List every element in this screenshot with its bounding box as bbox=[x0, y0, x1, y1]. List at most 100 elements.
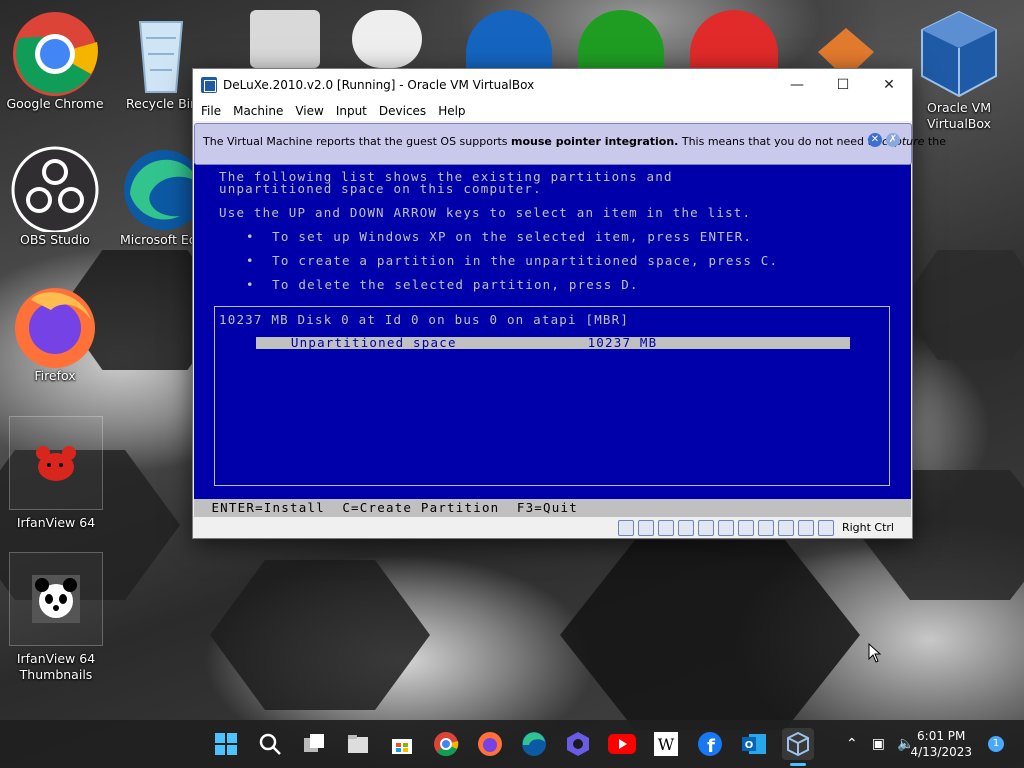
display-icon[interactable] bbox=[737, 519, 754, 536]
obs-icon bbox=[11, 144, 99, 234]
task-view-icon bbox=[304, 734, 324, 752]
taskbar-store[interactable] bbox=[386, 728, 418, 760]
virtualbox-app-icon bbox=[201, 77, 217, 93]
desktop-icon-label: Recycle Bin bbox=[126, 96, 196, 111]
virtualbox-vm-window[interactable]: DeLuXe.2010.v2.0 [Running] - Oracle VM V… bbox=[192, 68, 946, 539]
close-button[interactable]: ✕ bbox=[866, 69, 912, 101]
youtube-icon bbox=[608, 734, 636, 754]
chrome-icon bbox=[11, 8, 99, 96]
wikipedia-icon: W bbox=[654, 732, 678, 756]
firefox-icon bbox=[478, 732, 502, 756]
notice-text-prefix: The Virtual Machine reports that the gue… bbox=[203, 135, 512, 148]
usb-icon[interactable] bbox=[697, 519, 714, 536]
taskbar-virtualbox[interactable] bbox=[782, 728, 814, 766]
menu-view[interactable]: View bbox=[291, 104, 331, 118]
clock-time: 6:01 PM bbox=[917, 729, 966, 743]
guest-screen[interactable]: The following list shows the existing pa… bbox=[194, 163, 911, 518]
hard-disk-icon[interactable] bbox=[617, 519, 634, 536]
cpu-icon[interactable] bbox=[777, 519, 794, 536]
clock-date: 4/13/2023 bbox=[910, 745, 972, 759]
setup-text-line: Use the UP and DOWN ARROW keys to select… bbox=[219, 205, 752, 220]
notice-text-bold: mouse pointer integration. bbox=[511, 135, 679, 148]
svg-text:f: f bbox=[707, 736, 715, 757]
taskbar-clipchamp[interactable] bbox=[562, 728, 594, 760]
notice-dont-show-icon[interactable]: ✗ bbox=[886, 133, 900, 147]
desktop-icon-irfanview[interactable]: IrfanView 64 bbox=[9, 416, 103, 530]
desktop-icon-firefox[interactable]: Firefox bbox=[5, 280, 105, 384]
system-tray: ⌃ ▣ 🔈 bbox=[838, 720, 920, 768]
taskbar-firefox[interactable] bbox=[474, 728, 506, 760]
irfanview-icon bbox=[31, 439, 81, 489]
taskbar-wikipedia[interactable]: W bbox=[650, 728, 682, 760]
desktop-icon-label: Google Chrome bbox=[6, 96, 104, 111]
start-button[interactable] bbox=[210, 728, 242, 760]
mouse-integration-icon[interactable] bbox=[797, 519, 814, 536]
outlook-icon: O bbox=[742, 734, 766, 754]
windows-logo-icon bbox=[215, 733, 237, 755]
taskbar-outlook[interactable]: O bbox=[738, 728, 770, 760]
desktop-icon-label: Microsoft Edge bbox=[120, 232, 192, 247]
desktop-icon-label: Oracle VM VirtualBox bbox=[926, 100, 992, 131]
firefox-icon bbox=[11, 280, 99, 368]
menu-devices[interactable]: Devices bbox=[375, 104, 434, 118]
desktop-icon-recycle-bin[interactable]: Recycle Bin bbox=[126, 8, 196, 112]
menu-input[interactable]: Input bbox=[332, 104, 375, 118]
recording-icon[interactable] bbox=[757, 519, 774, 536]
desktop-icon-virtualbox[interactable]: Oracle VM VirtualBox bbox=[909, 8, 1009, 132]
task-view-button[interactable] bbox=[298, 728, 330, 760]
network-icon[interactable] bbox=[677, 519, 694, 536]
show-hidden-icons-chevron-icon[interactable]: ⌃ bbox=[846, 736, 858, 752]
svg-text:O: O bbox=[745, 740, 754, 751]
window-titlebar[interactable]: DeLuXe.2010.v2.0 [Running] - Oracle VM V… bbox=[193, 69, 912, 101]
desktop-icon-label: IrfanView 64 bbox=[16, 515, 96, 530]
audio-icon[interactable] bbox=[657, 519, 674, 536]
clipchamp-icon bbox=[567, 732, 589, 756]
optical-drive-icon[interactable] bbox=[637, 519, 654, 536]
taskbar-clock[interactable]: 6:01 PM 4/13/2023 bbox=[910, 728, 972, 760]
shared-folders-icon[interactable] bbox=[717, 519, 734, 536]
notice-close-icon[interactable]: ✕ bbox=[868, 133, 882, 147]
desktop-icon-chrome[interactable]: Google Chrome bbox=[5, 8, 105, 112]
wallpaper-hex bbox=[210, 560, 430, 710]
network-icon[interactable]: ▣ bbox=[872, 736, 885, 752]
edge-icon bbox=[522, 732, 546, 756]
search-button[interactable] bbox=[254, 728, 286, 760]
active-app-indicator bbox=[790, 763, 806, 766]
keyboard-capture-icon[interactable] bbox=[817, 519, 834, 536]
notice-text-suffix: the bbox=[924, 135, 946, 148]
desktop-icon-label: Firefox bbox=[34, 368, 76, 383]
host-key-label: Right Ctrl bbox=[841, 521, 894, 534]
setup-bullet-line: • To delete the selected partition, pres… bbox=[246, 277, 639, 292]
facebook-icon: f bbox=[698, 732, 722, 757]
menu-machine[interactable]: Machine bbox=[229, 104, 291, 118]
window-title: DeLuXe.2010.v2.0 [Running] - Oracle VM V… bbox=[223, 78, 535, 92]
maximize-button[interactable]: ☐ bbox=[820, 69, 866, 101]
taskbar-youtube[interactable] bbox=[606, 728, 638, 760]
disk-label: 10237 MB Disk 0 at Id 0 on bus 0 on atap… bbox=[219, 312, 630, 327]
setup-bullet-line: • To create a partition in the unpartiti… bbox=[246, 253, 779, 268]
desktop-icon-label: OBS Studio bbox=[20, 232, 90, 247]
taskbar-edge[interactable] bbox=[518, 728, 550, 760]
setup-footer-bar: ENTER=Install C=Create Partition F3=Quit bbox=[194, 499, 911, 517]
wallpaper-hex bbox=[900, 250, 1024, 360]
minimize-button[interactable]: — bbox=[774, 69, 820, 101]
desktop-icon-irfanview-thumbnails[interactable]: IrfanView 64 Thumbnails bbox=[9, 552, 103, 682]
svg-text:W: W bbox=[658, 735, 675, 754]
wallpaper-hex bbox=[560, 540, 860, 730]
virtualbox-icon bbox=[914, 8, 1004, 100]
notification-badge[interactable]: 1 bbox=[988, 736, 1004, 752]
taskbar-facebook[interactable]: f bbox=[694, 728, 726, 760]
search-icon bbox=[259, 733, 281, 755]
gamepad-icon bbox=[352, 10, 422, 68]
taskbar: W f O ⌃ ▣ 🔈 6:01 PM 4/13/2023 1 bbox=[0, 720, 1024, 768]
selected-partition-item[interactable]: Unpartitioned space 10237 MB bbox=[256, 336, 850, 349]
menu-file[interactable]: File bbox=[197, 104, 229, 118]
desktop-icon-edge[interactable]: Microsoft Edge bbox=[120, 144, 192, 248]
menu-help[interactable]: Help bbox=[434, 104, 473, 118]
setup-bullet-line: • To set up Windows XP on the selected i… bbox=[246, 229, 753, 244]
vm-status-bar: Right Ctrl bbox=[193, 517, 912, 538]
mouse-integration-notice: The Virtual Machine reports that the gue… bbox=[194, 123, 946, 165]
taskbar-chrome[interactable] bbox=[430, 728, 462, 760]
desktop-icon-obs[interactable]: OBS Studio bbox=[5, 144, 105, 248]
taskbar-file-explorer[interactable] bbox=[342, 728, 374, 760]
